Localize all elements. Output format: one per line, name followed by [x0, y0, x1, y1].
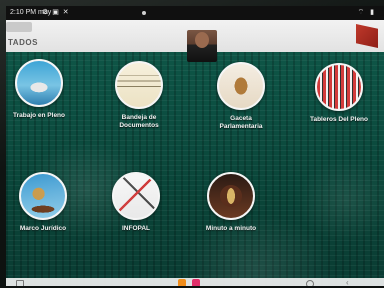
- home-icon[interactable]: [306, 280, 314, 286]
- wifi-battery-icons: ⌔ ▮: [357, 9, 376, 16]
- menu-item-infopal[interactable]: INFOPAL: [106, 172, 166, 233]
- menu-item-label: Gaceta Parlamentaria: [219, 115, 263, 130]
- menu-item-trabajo-en-pleno[interactable]: Trabajo en Pleno: [9, 59, 69, 120]
- notification-icons: ⚙ ▣ ✕: [42, 9, 70, 16]
- menu-item-label: Marco Jurídico: [19, 225, 67, 232]
- document-page-icon: [115, 61, 163, 109]
- header-portrait-image: [187, 30, 217, 62]
- navigation-bar: ‹: [6, 278, 384, 286]
- menu-item-label: Bandeja de Documentos: [119, 114, 159, 129]
- menu-item-label: Minuto a minuto: [205, 225, 257, 232]
- voting-board-icon: [315, 63, 363, 111]
- menu-item-label: Tableros Del Pleno: [309, 116, 369, 123]
- camera-dot-icon: [142, 11, 146, 15]
- menu-item-marco-juridico[interactable]: Marco Jurídico: [13, 172, 73, 233]
- brand-logo-shape: [6, 22, 32, 32]
- hourglass-icon: [207, 172, 255, 220]
- menu-item-gaceta-parlamentaria[interactable]: Gaceta Parlamentaria: [211, 62, 271, 130]
- menu-item-bandeja-de-documentos[interactable]: Bandeja de Documentos: [109, 61, 169, 129]
- recent-apps-icon[interactable]: [16, 280, 24, 286]
- app-header: TADOS: [6, 20, 384, 62]
- menu-item-label: INFOPAL: [121, 225, 151, 232]
- dock-app-icon[interactable]: [192, 279, 200, 286]
- menu-item-label: Trabajo en Pleno: [12, 112, 65, 119]
- menu-item-tableros-del-pleno[interactable]: Tableros Del Pleno: [309, 63, 369, 124]
- gazette-book-icon: [217, 62, 265, 110]
- pen-document-icon: [112, 172, 160, 220]
- gavel-icon: [19, 172, 67, 220]
- congress-logo-icon: [356, 24, 378, 48]
- back-icon[interactable]: ‹: [346, 279, 349, 287]
- tablet-screen: 2:10 PM may ⚙ ▣ ✕ ⌔ ▮ TADOS Trabajo en P…: [6, 6, 384, 286]
- status-bar: 2:10 PM may ⚙ ▣ ✕ ⌔ ▮: [6, 6, 384, 20]
- dock-app-icon[interactable]: [178, 279, 186, 286]
- device-frame: 2:10 PM may ⚙ ▣ ✕ ⌔ ▮ TADOS Trabajo en P…: [0, 0, 384, 288]
- brand-text: TADOS: [8, 38, 38, 47]
- chamber-photo-icon: [15, 59, 63, 107]
- menu-item-minuto-a-minuto[interactable]: Minuto a minuto: [201, 172, 261, 233]
